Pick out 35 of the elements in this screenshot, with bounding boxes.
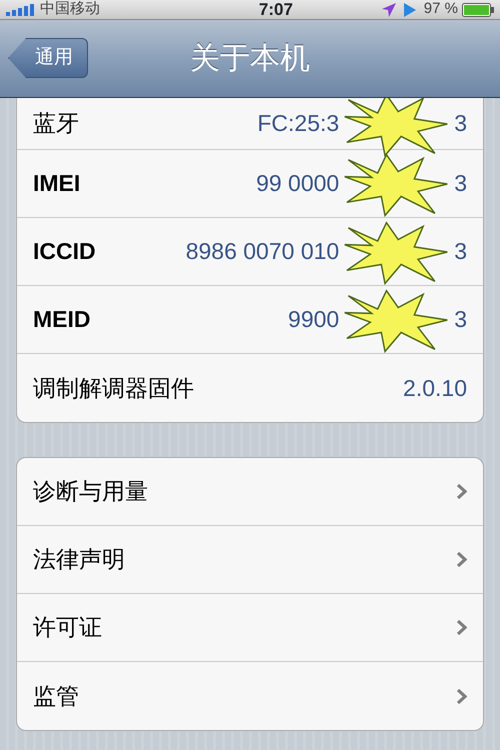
battery-icon bbox=[462, 2, 494, 16]
row-value: 99 0000 bbox=[256, 169, 340, 198]
row-label: MEID bbox=[33, 305, 90, 334]
row-value: 3 bbox=[454, 169, 467, 198]
settings-row[interactable]: 监管 bbox=[17, 662, 483, 730]
row-value: 2.0.10 bbox=[403, 374, 467, 403]
settings-row[interactable]: 法律声明 bbox=[17, 526, 483, 594]
back-button[interactable]: 通用 bbox=[8, 38, 88, 78]
battery-percentage: 97 % bbox=[424, 0, 458, 20]
row-value: 3 bbox=[454, 109, 467, 138]
chevron-icon bbox=[456, 619, 467, 636]
chevron-icon bbox=[456, 551, 467, 568]
row-label: ICCID bbox=[33, 237, 96, 266]
signal-icon bbox=[6, 4, 36, 16]
row-label: 诊断与用量 bbox=[33, 477, 148, 506]
location-arrow-icon bbox=[382, 2, 396, 16]
row-label: 调制解调器固件 bbox=[33, 374, 194, 403]
row-label: 蓝牙 bbox=[33, 109, 79, 138]
settings-row[interactable]: 许可证 bbox=[17, 594, 483, 662]
row-value: FC:25:3 bbox=[257, 109, 340, 138]
row-value: 9900 bbox=[288, 305, 340, 334]
row-label: 监管 bbox=[33, 682, 79, 711]
row-label: IMEI bbox=[33, 169, 80, 198]
row-label: 许可证 bbox=[33, 613, 102, 642]
carrier-name: 中国移动 bbox=[40, 0, 100, 20]
row-value: 3 bbox=[454, 305, 467, 334]
chevron-icon bbox=[456, 688, 467, 704]
row-value: 3 bbox=[454, 237, 467, 266]
settings-row[interactable]: 诊断与用量 bbox=[17, 458, 483, 526]
play-icon bbox=[404, 2, 416, 16]
screen-title: 关于本机 bbox=[190, 41, 310, 77]
chevron-icon bbox=[456, 483, 467, 500]
row-label: 法律声明 bbox=[33, 545, 125, 574]
clock: 7:07 bbox=[258, 0, 293, 21]
row-value: 8986 0070 010 bbox=[186, 237, 340, 266]
